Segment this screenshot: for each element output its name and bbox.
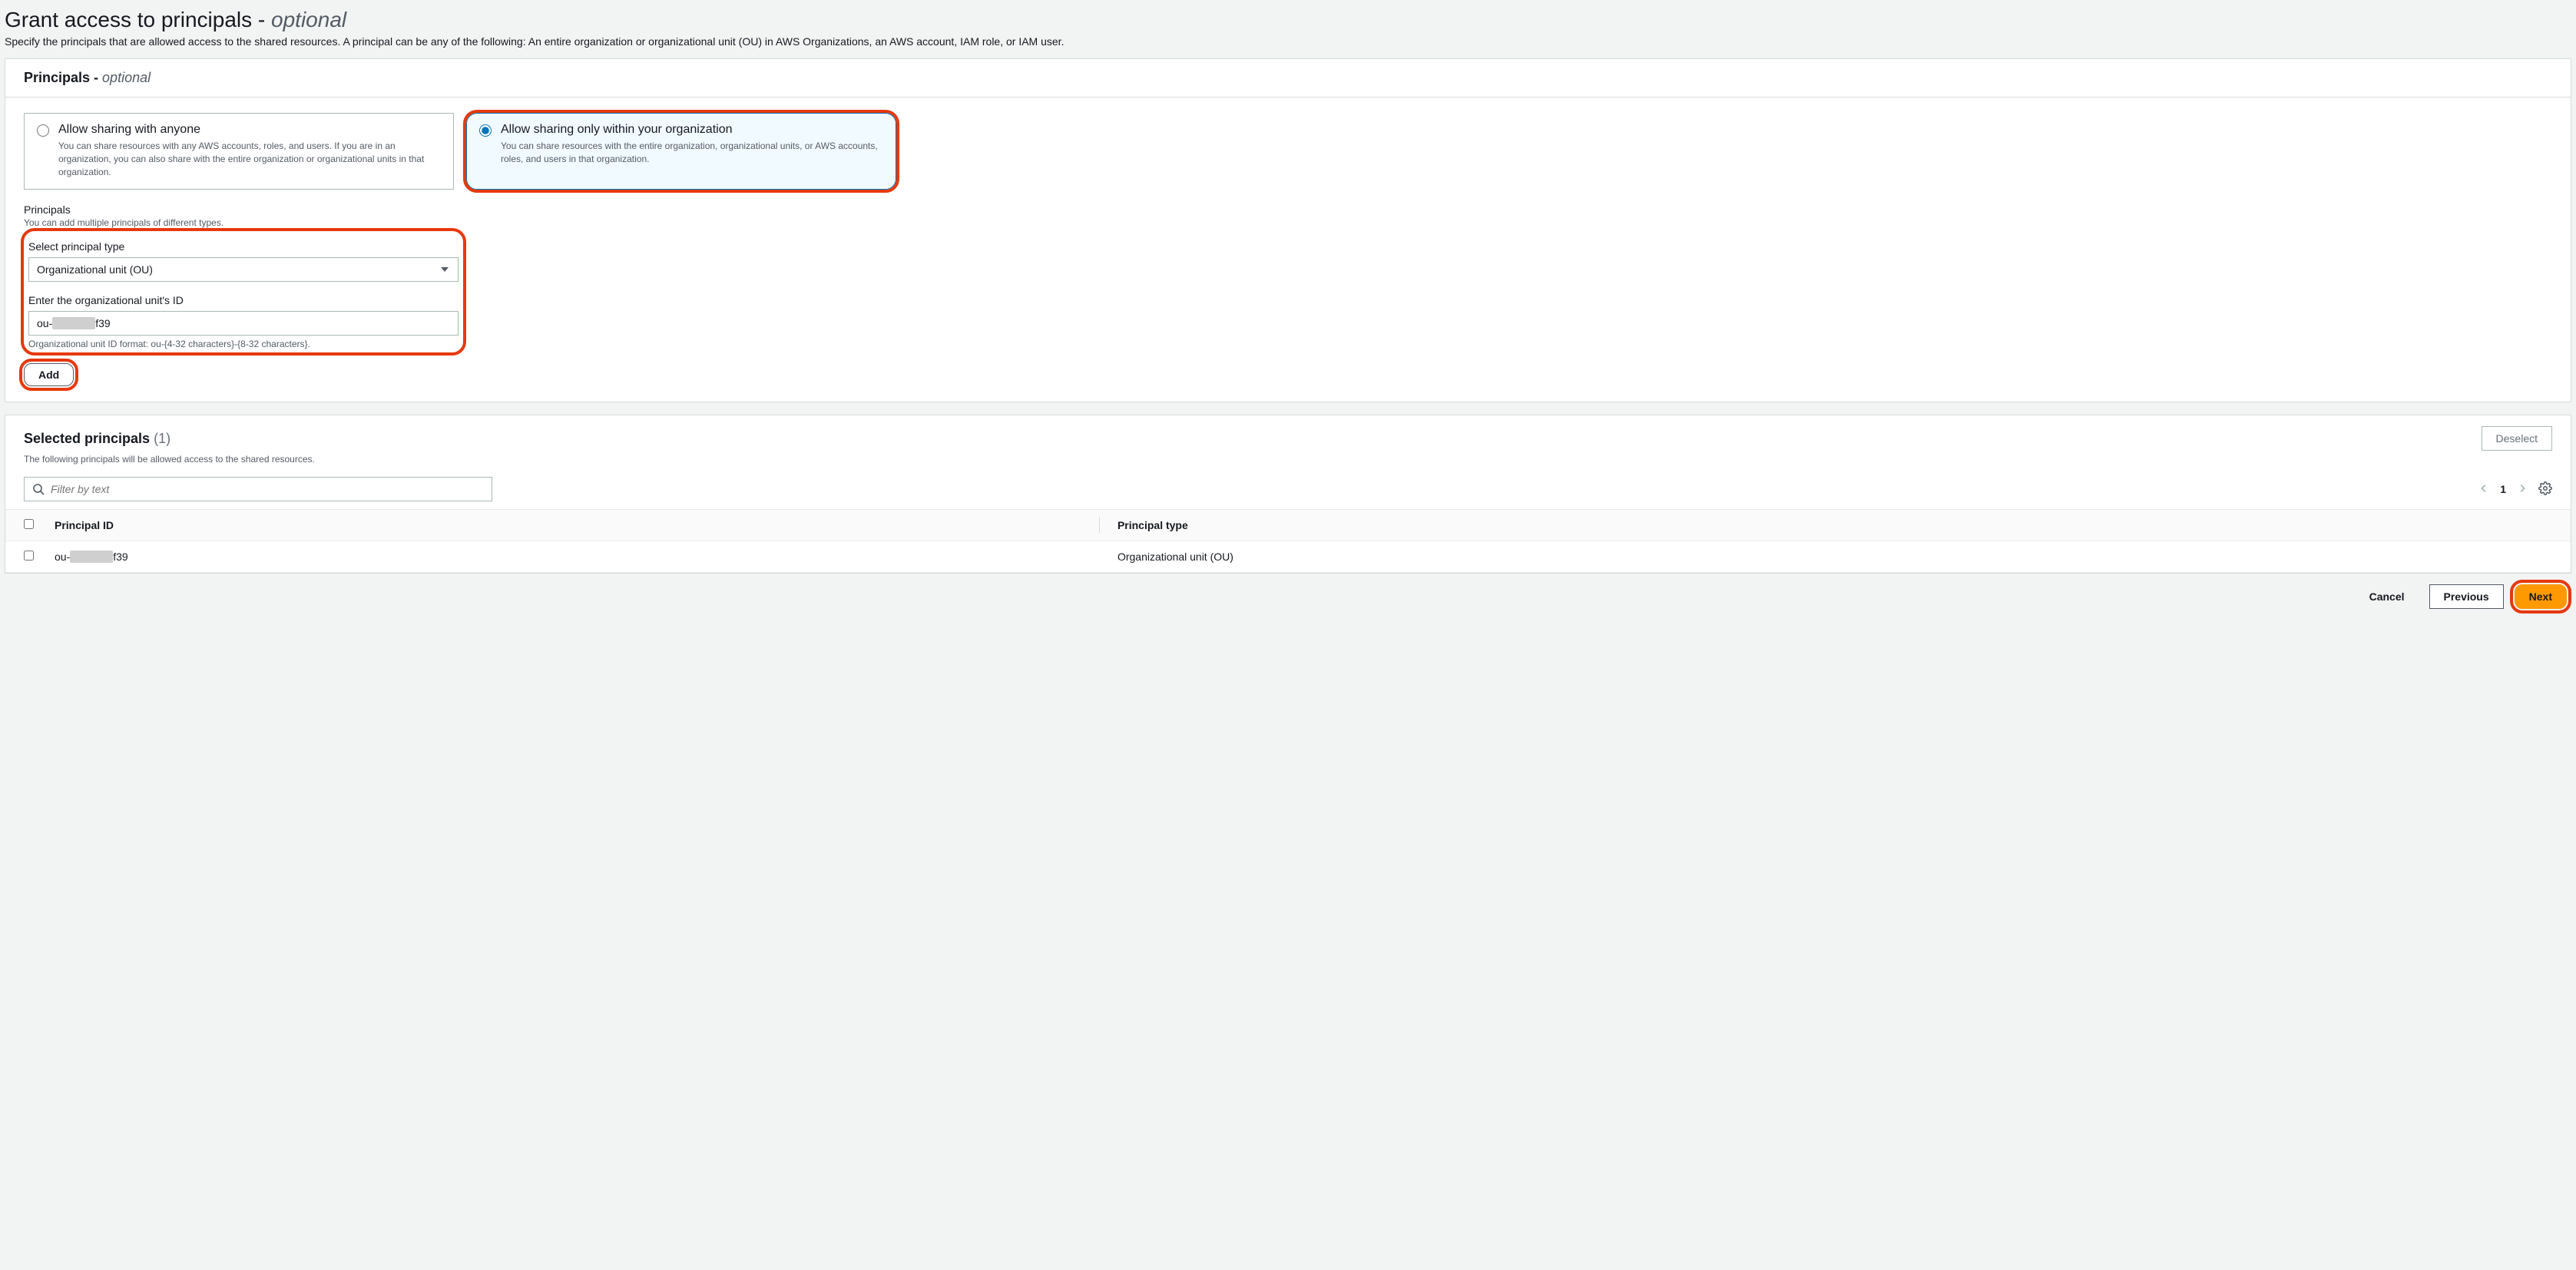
pager: 1 xyxy=(2478,481,2552,498)
selected-principals-panel: Selected principals (1) Deselect The fol… xyxy=(5,415,2571,574)
add-button[interactable]: Add xyxy=(24,363,74,386)
radio-allow-org[interactable]: Allow sharing only within your organizat… xyxy=(466,113,896,190)
select-all-checkbox[interactable] xyxy=(24,519,34,529)
ou-id-hint: Organizational unit ID format: ou-{4-32 … xyxy=(28,339,459,349)
page-next-icon[interactable] xyxy=(2517,483,2528,496)
radio-allow-org-title: Allow sharing only within your organizat… xyxy=(501,123,883,137)
principal-type-select-value: Organizational unit (OU) xyxy=(37,263,153,276)
row-checkbox[interactable] xyxy=(24,551,34,561)
select-principal-type-label: Select principal type xyxy=(28,240,459,253)
ou-id-label: Enter the organizational unit's ID xyxy=(28,294,459,306)
principals-panel-header: Principals - optional xyxy=(5,59,2571,98)
principals-panel: Principals - optional Allow sharing with… xyxy=(5,58,2571,402)
page-title-optional: optional xyxy=(271,8,346,31)
selected-principals-title: Selected principals (1) xyxy=(24,431,171,447)
table-row: ou-xxxxxxxxf39 Organizational unit (OU) xyxy=(5,541,2571,573)
principal-type-select[interactable]: Organizational unit (OU) xyxy=(28,257,459,282)
filter-input[interactable] xyxy=(51,483,484,495)
page-number: 1 xyxy=(2500,483,2506,495)
page-description: Specify the principals that are allowed … xyxy=(5,35,2571,58)
chevron-down-icon xyxy=(441,267,449,272)
redacted-segment: xxxxxxxx xyxy=(52,317,95,329)
cancel-button[interactable]: Cancel xyxy=(2356,584,2419,609)
radio-allow-anyone-desc: You can share resources with any AWS acc… xyxy=(58,140,441,178)
search-icon xyxy=(32,483,45,495)
cell-principal-type: Organizational unit (OU) xyxy=(1099,541,2571,573)
next-button[interactable]: Next xyxy=(2515,584,2567,609)
gear-icon[interactable] xyxy=(2538,481,2552,498)
radio-allow-org-desc: You can share resources with the entire … xyxy=(501,140,883,166)
column-principal-type[interactable]: Principal type xyxy=(1099,510,2571,541)
deselect-button[interactable]: Deselect xyxy=(2482,426,2552,451)
principals-label: Principals xyxy=(24,203,2552,216)
filter-input-wrapper[interactable] xyxy=(24,477,492,501)
principals-help: You can add multiple principals of diffe… xyxy=(24,217,2552,228)
selected-principals-table: Principal ID Principal type ou-xxxxxxxxf… xyxy=(5,510,2571,573)
page-title: Grant access to principals - optional xyxy=(5,0,2571,35)
radio-allow-anyone[interactable]: Allow sharing with anyone You can share … xyxy=(24,113,454,190)
radio-allow-anyone-title: Allow sharing with anyone xyxy=(58,123,441,137)
cell-principal-id: ou-xxxxxxxxf39 xyxy=(36,541,1099,573)
wizard-footer: Cancel Previous Next xyxy=(5,574,2571,624)
previous-button[interactable]: Previous xyxy=(2429,584,2504,609)
radio-allow-org-input[interactable] xyxy=(479,124,492,137)
column-principal-id[interactable]: Principal ID xyxy=(36,510,1099,541)
ou-id-input[interactable]: ou-xxxxxxxxf39 xyxy=(28,311,459,336)
selected-principals-subtitle: The following principals will be allowed… xyxy=(5,454,2571,472)
redacted-segment: xxxxxxxx xyxy=(70,551,113,563)
page-title-main: Grant access to principals xyxy=(5,8,252,31)
selected-principals-count: (1) xyxy=(154,431,171,446)
radio-allow-anyone-input[interactable] xyxy=(37,124,49,137)
page-prev-icon[interactable] xyxy=(2478,483,2489,496)
